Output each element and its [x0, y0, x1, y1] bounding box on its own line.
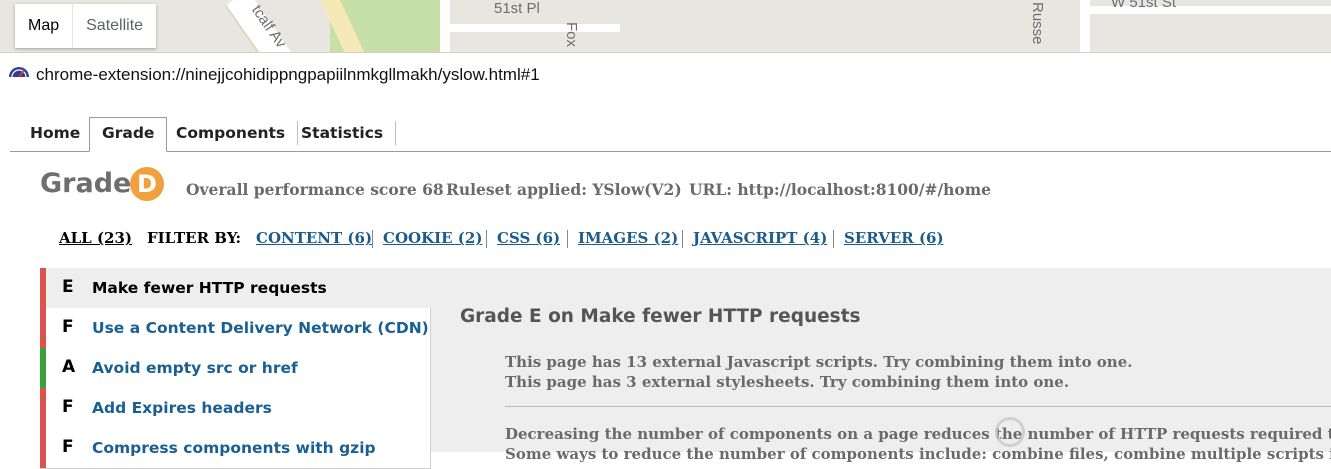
grade-color-bar	[40, 348, 46, 388]
tab-home[interactable]: Home	[18, 117, 92, 150]
street-label: 51st Pl	[494, 0, 540, 17]
grade-color-bar	[40, 308, 46, 348]
map-background[interactable]: 51st Pl W 51st St Fox Russe tcalf Av Map…	[0, 0, 1331, 52]
filter-images[interactable]: IMAGES (2)	[578, 229, 678, 247]
rule-grade: E	[62, 277, 74, 297]
grade-content: E Make fewer HTTP requests F Use a Conte…	[40, 268, 1331, 469]
rule-title[interactable]: Add Expires headers	[92, 399, 272, 417]
map-type-control: Map Satellite	[15, 4, 157, 48]
filter-all[interactable]: ALL (23)	[59, 229, 132, 247]
grade-color-bar	[40, 268, 46, 308]
yslow-gauge-icon	[9, 67, 29, 78]
street-label: Fox	[563, 22, 580, 48]
map-road	[1080, 0, 1090, 52]
rule-description: Some ways to reduce the number of compon…	[505, 445, 1331, 463]
tab-grade[interactable]: Grade	[89, 117, 168, 152]
rule-grade: F	[62, 397, 74, 417]
extension-url: chrome-extension://ninejjcohidippngpapii…	[36, 65, 540, 84]
map-tab-satellite[interactable]: Satellite	[72, 4, 156, 48]
rule-grade: F	[62, 437, 74, 457]
rule-title[interactable]: Use a Content Delivery Network (CDN)	[92, 319, 429, 337]
filter-divider	[486, 230, 487, 248]
finding-text: This page has 13 external Javascript scr…	[505, 353, 1133, 371]
grade-badge: D	[130, 167, 164, 201]
filter-divider	[372, 230, 373, 248]
filter-divider	[833, 230, 834, 248]
filter-cookie[interactable]: COOKIE (2)	[383, 229, 482, 247]
rule-item[interactable]: F Use a Content Delivery Network (CDN)	[40, 308, 431, 349]
map-road	[440, 24, 620, 32]
rule-item[interactable]: F Add Expires headers	[40, 388, 431, 429]
rule-description: Decreasing the number of components on a…	[505, 425, 1331, 443]
rule-title[interactable]: Avoid empty src or href	[92, 359, 298, 377]
rule-item[interactable]: F Compress components with gzip	[40, 428, 431, 469]
rule-detail-title: Grade E on Make fewer HTTP requests	[460, 306, 861, 327]
rule-item[interactable]: E Make fewer HTTP requests	[40, 268, 430, 309]
filter-server[interactable]: SERVER (6)	[844, 229, 944, 247]
filter-javascript[interactable]: JAVASCRIPT (4)	[693, 229, 827, 247]
map-tab-map[interactable]: Map	[15, 4, 72, 48]
filter-label: FILTER BY:	[147, 229, 242, 247]
street-label: Russe	[1029, 2, 1046, 45]
grade-heading: Grade	[40, 168, 132, 199]
street-label: W 51st St	[1111, 0, 1177, 11]
rule-item[interactable]: A Avoid empty src or href	[40, 348, 431, 389]
filter-divider	[682, 230, 683, 248]
overall-score: Overall performance score 68	[186, 180, 444, 199]
tab-components[interactable]: Components	[164, 121, 299, 145]
filter-css[interactable]: CSS (6)	[497, 229, 560, 247]
rule-title[interactable]: Compress components with gzip	[92, 439, 376, 457]
ruleset-applied: Ruleset applied: YSlow(V2)	[446, 180, 682, 199]
grade-color-bar	[40, 388, 46, 428]
filter-divider	[567, 230, 568, 248]
finding-text: This page has 3 external stylesheets. Tr…	[505, 373, 1070, 391]
rule-grade: A	[62, 357, 76, 377]
extension-url-bar: chrome-extension://ninejjcohidippngpapii…	[0, 52, 1331, 97]
grade-color-bar	[40, 428, 46, 468]
watermark-icon	[995, 417, 1025, 447]
tab-statistics[interactable]: Statistics	[289, 121, 397, 145]
page-url: URL: http://localhost:8100/#/home	[689, 180, 992, 199]
filter-content[interactable]: CONTENT (6)	[256, 229, 372, 247]
yslow-tabs: Home Grade Components Statistics	[10, 117, 1331, 152]
divider	[505, 406, 1331, 407]
rule-title[interactable]: Make fewer HTTP requests	[92, 279, 327, 297]
rule-grade: F	[62, 317, 74, 337]
